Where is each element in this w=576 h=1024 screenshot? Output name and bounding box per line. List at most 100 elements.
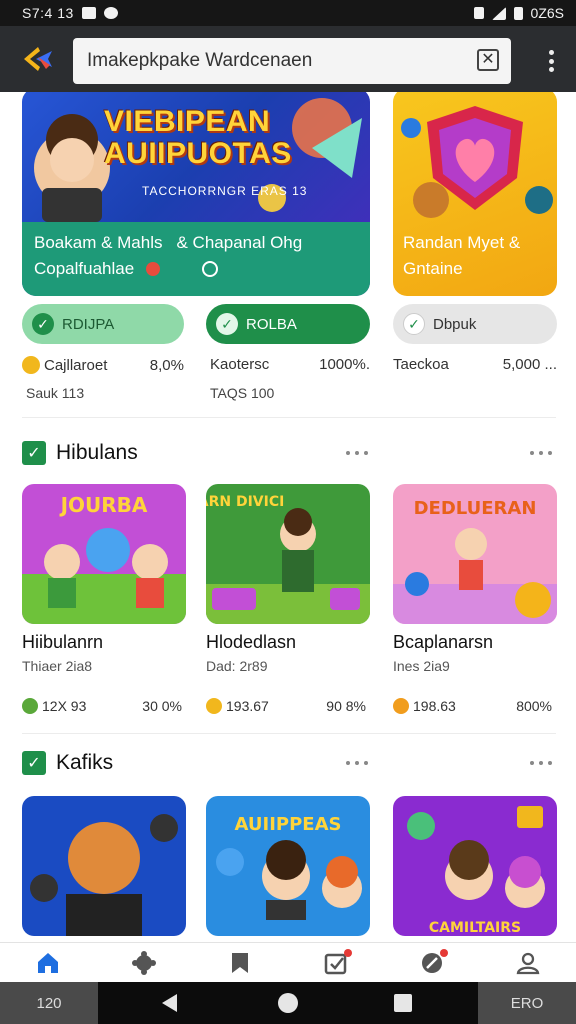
tile-banner-text: SARN DIVICI [206,494,284,510]
tile-stat: 193.67 [206,698,269,714]
chip-filter-2[interactable]: ✓ ROLBA [206,304,370,344]
tile-stat-value: 198.63 [413,698,456,714]
section-check-icon: ✓ [22,751,46,775]
stat-value: 8,0% [149,356,184,374]
overflow-menu-icon[interactable] [548,50,554,72]
stat-value: 1000%. [319,356,370,373]
stat-name: Kaotersc [210,356,270,373]
status-bar: S7:4 13 0Z6S [0,0,576,26]
chip-filter-1[interactable]: ✓ RDIJPA [22,304,184,344]
game-tile[interactable]: CAMILTAIRS [393,796,557,936]
nav-home-icon[interactable] [28,945,68,981]
system-nav-left-label: 120 [0,982,98,1024]
featured-banner-subtitle: TACCHORRNGR ERAS 13 [142,184,308,198]
status-right-text: 0Z6S [530,5,564,21]
check-icon: ✓ [403,313,425,335]
vibrate-icon [473,7,484,19]
system-navigation-bar: 120 ERO [0,982,576,1024]
section-check-icon: ✓ [22,441,46,465]
chip-label: Dbpuk [433,315,477,333]
tile-stat-value: 12X 93 [42,698,87,714]
tile-stat-value: 193.67 [226,698,269,714]
section-more-icon[interactable] [530,760,552,766]
bottom-navigation [0,942,576,982]
strawberry-icon [146,262,161,276]
game-tile-art: JOURBA [22,484,186,624]
nav-activity-icon[interactable] [412,945,452,981]
section-title: Kafiks [56,751,114,774]
featured-card-main[interactable]: VIEBIPEAN AUIIPUOTAS TACCHORRNGR ERAS 13… [22,92,370,296]
tile-subtitle: Ines 2ia9 [393,658,450,674]
stat-name: Taeckoa [393,356,449,373]
stat-value: 5,000 ... [502,356,557,373]
section-more-icon[interactable] [346,760,368,766]
tile-subtitle: Dad: 2r89 [206,658,268,674]
featured-caption-line1: Boakam & Mahls [34,233,163,252]
tile-banner-text: CAMILTAIRS [429,920,521,936]
tile-percent: 30 0% [142,698,182,714]
star-icon [393,698,409,714]
nav-bookmarks-icon[interactable] [220,945,260,981]
tile-banner-text: JOURBA [59,493,148,517]
game-tile[interactable]: DEDLUERAN [393,484,557,624]
nav-profile-icon[interactable] [508,945,548,981]
featured-stat-3: Taeckoa 5,000 ... [393,356,557,373]
section-title: Hibulans [56,441,138,464]
main-content[interactable]: VIEBIPEAN AUIIPUOTAS TACCHORRNGR ERAS 13… [0,92,576,942]
featured-banner-title: VIEBIPEAN AUIIPUOTAS [104,106,292,170]
section-divider [22,733,556,734]
tile-subtitle: Thiaer 2ia8 [22,658,93,674]
game-tile-art: CAMILTAIRS [393,796,557,936]
featured-card-secondary[interactable]: Randan Myet & Gntaine [393,92,557,296]
stat-name: Cajllaroet [44,356,108,374]
app-logo-icon[interactable] [18,39,58,79]
game-tile[interactable]: SARN DIVICI [206,484,370,624]
battery-icon [513,6,523,20]
game-tile-art: DEDLUERAN [393,484,557,624]
featured-stat-2: Kaotersc 1000%. [210,356,370,373]
messenger-icon [103,7,118,19]
recent-apps-icon[interactable] [394,994,412,1012]
home-button-icon[interactable] [278,993,298,1013]
featured-caption-line2: Copalfuahlae [34,259,135,278]
search-input[interactable]: Imakepkpake Wardcenaen [87,50,312,72]
section-header-2: ✓ Kafiks [22,748,113,778]
section-more-icon[interactable] [530,450,552,456]
back-icon[interactable] [162,994,177,1012]
tile-title: Bcaplanarsn [393,632,494,652]
chip-filter-3[interactable]: ✓ Dbpuk [393,304,557,344]
notification-badge [344,948,352,957]
featured-stat-1: Cajllaroet 8,0% [22,356,184,374]
banner-title-line2: AUIIPUOTAS [104,137,292,170]
shield-heart-art [401,106,553,218]
info-circle-icon [202,261,219,277]
featured-caption-secondary: Randan Myet & Gntaine [393,222,557,296]
game-tile[interactable] [22,796,186,936]
game-tile-art: SARN DIVICI [206,484,370,624]
app-bar: Imakepkpake Wardcenaen ✕ [0,26,576,92]
tile-percent: 800% [516,698,552,714]
coin-icon [206,698,222,714]
featured-caption-secondary-line2: Gntaine [403,259,463,278]
featured-caption: Boakam & Mahls & Chapanal Ohg Copalfuahl… [22,222,370,296]
section-more-icon[interactable] [346,450,368,456]
featured-caption-line1b: & Chapanal Ohg [176,233,303,252]
chip-label: ROLBA [246,315,297,333]
search-field[interactable]: Imakepkpake Wardcenaen ✕ [73,38,511,84]
coin-icon [22,356,40,374]
section-divider [22,417,556,418]
nav-tasks-icon[interactable] [316,945,356,981]
tile-percent: 90 8% [326,698,366,714]
clear-search-icon[interactable]: ✕ [477,49,499,71]
game-tile[interactable]: AUIIPPEAS [206,796,370,936]
section-header-1: ✓ Hibulans [22,438,138,468]
nav-categories-icon[interactable] [124,945,164,981]
system-nav-right-label: ERO [478,982,576,1024]
featured-stat-1-sub: Sauk 113 [26,385,85,401]
tile-stat: 12X 93 [22,698,86,714]
gem-icon [22,698,38,714]
notification-badge [440,948,448,957]
game-tile[interactable]: JOURBA [22,484,186,624]
status-time: S7:4 13 [22,5,74,21]
game-tile-art [22,796,186,936]
